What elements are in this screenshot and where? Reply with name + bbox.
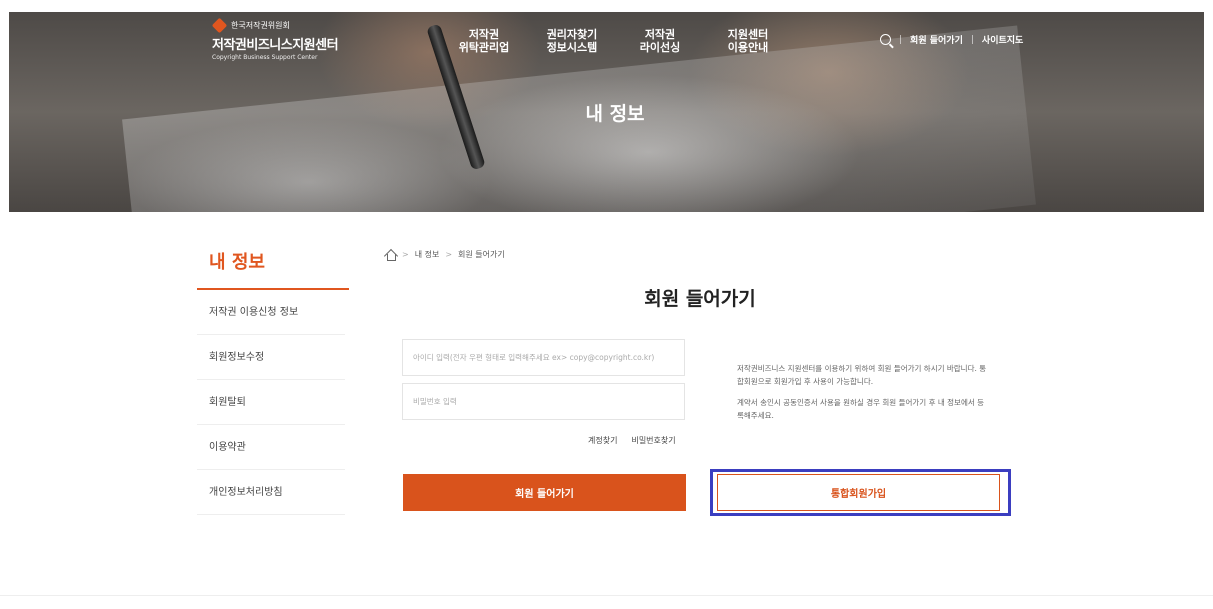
nav-label-line2: 라이선싱: [639, 41, 681, 54]
login-button[interactable]: 회원 들어가기: [403, 474, 686, 511]
util-sitemap-link[interactable]: 사이트지도: [982, 33, 1023, 46]
join-button[interactable]: 통합회원가입: [717, 474, 1000, 511]
main-nav: 저작권 위탁관리업 권리자찾기 정보시스템 저작권 라이선싱 지원센터 이용안내: [440, 28, 792, 54]
sidebar-item-privacy[interactable]: 개인정보처리방침: [197, 470, 345, 515]
find-account-link[interactable]: 계정찾기: [588, 435, 617, 446]
password-input[interactable]: [402, 383, 685, 420]
login-info: 저작권비즈니스 지원센터를 이용하기 위하여 회원 들어가기 하시기 바랍니다.…: [737, 362, 987, 430]
util-separator: |: [970, 34, 974, 45]
id-input[interactable]: [402, 339, 685, 376]
nav-label-line2: 위탁관리업: [458, 41, 510, 54]
breadcrumb-separator: >: [445, 250, 453, 259]
nav-label-line1: 저작권: [644, 28, 676, 41]
utility-menu: | 회원 들어가기 | 사이트지도: [880, 33, 1023, 46]
sidebar-item-terms[interactable]: 이용약관: [197, 425, 345, 470]
sidebar-item-edit-profile[interactable]: 회원정보수정: [197, 335, 345, 380]
footer-divider: [0, 595, 1213, 596]
breadcrumb-current: 회원 들어가기: [458, 250, 505, 259]
nav-label-line1: 저작권: [468, 28, 500, 41]
sidebar-item-withdraw[interactable]: 회원탈퇴: [197, 380, 345, 425]
breadcrumb-separator: >: [402, 250, 409, 259]
hero-title: 내 정보: [585, 103, 645, 125]
sidebar-item-usage-info[interactable]: 저작권 이용신청 정보: [197, 290, 345, 335]
nav-label-line2: 이용안내: [727, 41, 769, 54]
nav-label-line1: 권리자찾기: [546, 28, 598, 41]
util-separator: |: [899, 34, 903, 45]
nav-item-licensing[interactable]: 저작권 라이선싱: [616, 28, 704, 54]
sidebar-title: 내 정보: [197, 248, 349, 290]
util-login-link[interactable]: 회원 들어가기: [910, 33, 963, 46]
nav-item-trust-management[interactable]: 저작권 위탁관리업: [440, 28, 528, 54]
nav-label-line2: 정보시스템: [546, 41, 598, 54]
home-icon[interactable]: [385, 250, 396, 261]
nav-label-line1: 지원센터: [727, 28, 769, 41]
breadcrumb-item[interactable]: 내 정보: [415, 249, 440, 260]
logo-mark-icon: [211, 17, 228, 34]
page-title: 회원 들어가기: [644, 288, 756, 310]
sidebar: 내 정보 저작권 이용신청 정보 회원정보수정 회원탈퇴 이용약관 개인정보처리…: [197, 248, 349, 515]
logo-org: 한국저작권위원회: [231, 21, 290, 30]
login-info-text: 계약서 송인시 공동인증서 사용을 원하실 경우 회원 들어가기 후 내 정보에…: [737, 398, 985, 420]
logo-name: 저작권비즈니스지원센터: [212, 38, 339, 53]
find-links: 계정찾기 비밀번호찾기: [588, 435, 676, 446]
site-logo[interactable]: 한국저작권위원회 저작권비즈니스지원센터 Copyright Business …: [211, 17, 339, 61]
find-password-link[interactable]: 비밀번호찾기: [631, 435, 675, 446]
breadcrumb: > 내 정보 > 회원 들어가기: [385, 249, 505, 261]
nav-item-rightholder-search[interactable]: 권리자찾기 정보시스템: [528, 28, 616, 54]
nav-item-center-guide[interactable]: 지원센터 이용안내: [704, 28, 792, 54]
search-icon[interactable]: [880, 34, 891, 45]
logo-subtitle: Copyright Business Support Center: [212, 54, 318, 61]
login-info-text: 저작권비즈니스 지원센터를 이용하기 위하여 회원 들어가기 하시기 바랍니다.…: [737, 364, 987, 386]
